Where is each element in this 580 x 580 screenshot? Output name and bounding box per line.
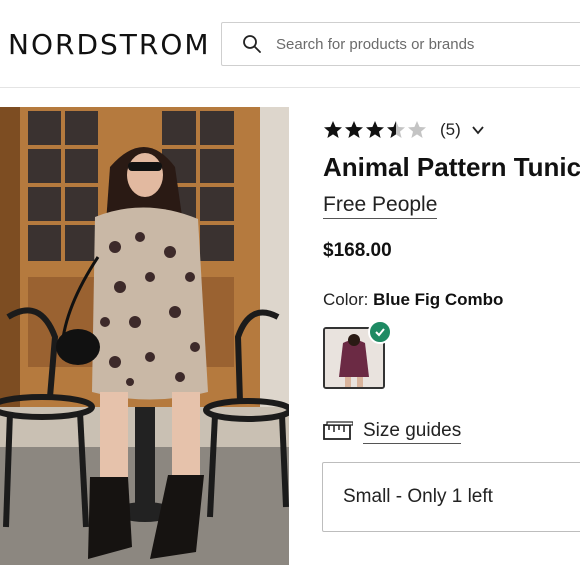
product-price: $168.00 — [323, 240, 392, 261]
product-rating[interactable]: (5) — [323, 120, 485, 140]
color-label-row: Color: Blue Fig Combo — [323, 290, 503, 310]
review-count[interactable]: (5) — [440, 120, 461, 140]
brand-link[interactable]: Free People — [323, 193, 438, 219]
search-input[interactable] — [276, 35, 576, 53]
size-selector[interactable]: Small - Only 1 left — [322, 462, 580, 532]
nordstrom-logo[interactable]: NORDSTROM — [8, 28, 211, 61]
star-icon — [387, 121, 405, 138]
ruler-icon — [323, 421, 353, 440]
color-label: Color: — [323, 290, 369, 309]
search-bar[interactable] — [221, 22, 580, 66]
rating-stars — [323, 120, 428, 140]
search-icon — [243, 35, 261, 53]
chevron-down-icon[interactable] — [471, 123, 485, 137]
size-guides-label[interactable]: Size guides — [363, 420, 462, 444]
color-value: Blue Fig Combo — [373, 290, 504, 309]
site-header: NORDSTROM — [0, 0, 580, 88]
star-icon — [408, 121, 426, 138]
size-guides-link[interactable]: Size guides — [323, 420, 462, 444]
star-icon — [366, 121, 384, 138]
selected-check-icon — [368, 320, 392, 344]
product-title: Animal Pattern Tunic — [323, 152, 580, 182]
star-icon — [324, 121, 342, 138]
star-icon — [345, 121, 363, 138]
selected-size: Small - Only 1 left — [343, 486, 493, 507]
product-image[interactable] — [0, 107, 289, 565]
